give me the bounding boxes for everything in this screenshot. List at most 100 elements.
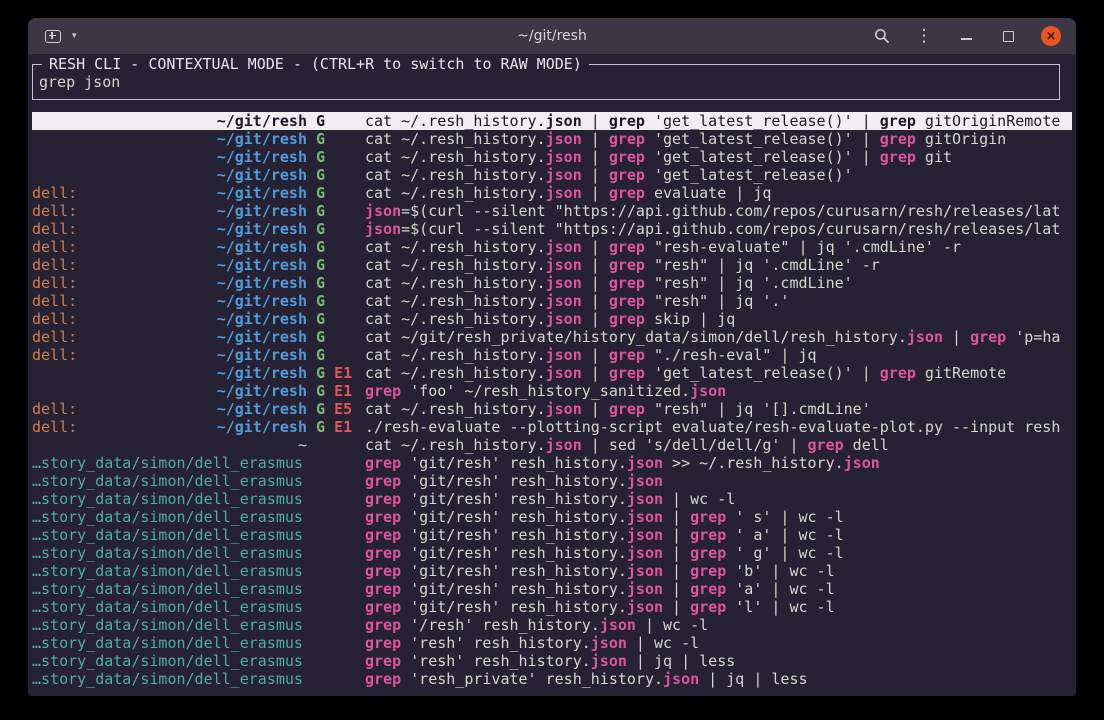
flags-label (307, 580, 365, 598)
row-left-column: …story_data/simon/dell_erasmus (32, 616, 307, 634)
row-left-column: …story_data/simon/dell_erasmus (32, 490, 307, 508)
history-row[interactable]: …story_data/simon/dell_erasmus grep 'git/… (32, 580, 1072, 598)
history-row[interactable]: dell:~/git/reshGcat ~/.resh_history.json… (32, 184, 1072, 202)
resh-search-box[interactable]: RESH CLI - CONTEXTUAL MODE - (CTRL+R to … (32, 64, 1060, 100)
row-left-column: …story_data/simon/dell_erasmus (32, 454, 307, 472)
history-row[interactable]: …story_data/simon/dell_erasmusgrep 'resh… (32, 670, 1072, 688)
directory-label: ~/git/resh (217, 112, 307, 130)
flags-label: G (307, 112, 365, 130)
host-label: dell: (32, 400, 77, 418)
host-label: dell: (32, 292, 77, 310)
history-row[interactable]: dell:~/git/reshGcat ~/.resh_history.json… (32, 310, 1072, 328)
menu-kebab-icon[interactable]: ⋮ (915, 26, 933, 46)
host-label: …story_data/simon/dell_erasmus (32, 652, 303, 670)
history-row[interactable]: ~/git/reshGcat ~/.resh_history.json | gr… (32, 148, 1072, 166)
command-text: grep 'git/resh' resh_history.json | grep… (365, 526, 1072, 544)
directory-label: ~/git/resh (217, 130, 307, 148)
history-row[interactable]: ~/git/reshG E1cat ~/.resh_history.json |… (32, 364, 1072, 382)
row-left-column: …story_data/simon/dell_erasmus (32, 472, 307, 490)
flags-label: G (307, 148, 365, 166)
directory-label: ~/git/resh (217, 328, 307, 346)
search-icon[interactable] (873, 26, 891, 46)
flags-label: G (307, 328, 365, 346)
flags-label (307, 652, 365, 670)
history-row[interactable]: …story_data/simon/dell_erasmusgrep 'git/… (32, 526, 1072, 544)
command-text: grep 'git/resh' resh_history.json >> ~/.… (365, 454, 1072, 472)
history-row[interactable]: …story_data/simon/dell_erasmusgrep 'git/… (32, 544, 1072, 562)
command-text: cat ~/.resh_history.json | grep 'get_lat… (365, 130, 1072, 148)
row-left-column: …story_data/simon/dell_erasmus (32, 562, 307, 580)
directory-label: ~/git/resh (217, 364, 307, 382)
history-row[interactable]: …story_data/simon/dell_erasmus grep 'git/… (32, 454, 1072, 472)
flags-label: G E1 (307, 418, 365, 436)
tab-list-caret-icon[interactable]: ▾ (72, 32, 77, 41)
history-row[interactable]: dell:~/git/reshGjson=$(curl --silent "ht… (32, 220, 1072, 238)
host-label: dell: (32, 238, 77, 256)
history-row-selected[interactable]: ~/git/reshGcat ~/.resh_history.json | gr… (32, 112, 1072, 130)
row-left-column: …story_data/simon/dell_erasmus (32, 580, 307, 598)
host-label: dell: (32, 220, 77, 238)
command-text: grep 'resh_private' resh_history.json | … (365, 670, 1072, 688)
host-label: dell: (32, 418, 77, 436)
row-left-column: dell:~/git/resh (32, 256, 307, 274)
tab-icon[interactable] (45, 30, 61, 43)
history-row[interactable]: dell:~/git/reshGcat ~/.resh_history.json… (32, 256, 1072, 274)
directory-label: ~/git/resh (217, 274, 307, 292)
history-row[interactable]: …story_data/simon/dell_erasmusgrep '/res… (32, 616, 1072, 634)
close-icon[interactable]: × (1041, 26, 1061, 46)
command-text: cat ~/.resh_history.json | grep 'get_lat… (365, 148, 1072, 166)
titlebar[interactable]: ▾ ~/git/resh ⋮ × (28, 18, 1076, 54)
row-left-column: dell:~/git/resh (32, 238, 307, 256)
history-row[interactable]: …story_data/simon/dell_erasmusgrep 'git/… (32, 490, 1072, 508)
host-label: dell: (32, 256, 77, 274)
row-left-column: …story_data/simon/dell_erasmus (32, 508, 307, 526)
directory-label: ~/git/resh (217, 310, 307, 328)
command-text: cat ~/.resh_history.json | grep evaluate… (365, 184, 1072, 202)
history-row[interactable]: dell:~/git/reshGcat ~/.resh_history.json… (32, 346, 1072, 364)
command-text: grep 'resh' resh_history.json | wc -l (365, 634, 1072, 652)
history-row[interactable]: dell:~/git/reshGjson=$(curl --silent "ht… (32, 202, 1072, 220)
command-text: ./resh-evaluate --plotting-script evalua… (365, 418, 1072, 436)
history-row[interactable]: ~/git/reshGcat ~/.resh_history.json | gr… (32, 130, 1072, 148)
row-left-column: ~/git/resh (32, 148, 307, 166)
history-row[interactable]: dell:~/git/reshGcat ~/.resh_history.json… (32, 238, 1072, 256)
directory-label: ~/git/resh (217, 220, 307, 238)
row-left-column: dell:~/git/resh (32, 400, 307, 418)
restore-icon[interactable] (999, 26, 1017, 46)
flags-label (307, 634, 365, 652)
command-text: grep 'git/resh' resh_history.json | grep… (365, 562, 1072, 580)
history-row[interactable]: ~/git/reshGcat ~/.resh_history.json | gr… (32, 166, 1072, 184)
history-row[interactable]: dell:~/git/reshGcat ~/.resh_history.json… (32, 292, 1072, 310)
row-left-column: …story_data/simon/dell_erasmus (32, 634, 307, 652)
command-text: cat ~/.resh_history.json | grep skip | j… (365, 310, 1072, 328)
history-row[interactable]: …story_data/simon/dell_erasmusgrep 'git/… (32, 598, 1072, 616)
flags-label: G (307, 130, 365, 148)
row-left-column: dell:~/git/resh (32, 346, 307, 364)
history-row[interactable]: dell:~/git/reshGcat ~/git/resh_private/h… (32, 328, 1072, 346)
history-row[interactable]: …story_data/simon/dell_erasmus grep 'resh… (32, 652, 1072, 670)
history-row[interactable]: dell:~/git/reshG E1./resh-evaluate --plo… (32, 418, 1072, 436)
flags-label: G E1 (307, 364, 365, 382)
directory-label: ~/git/resh (217, 166, 307, 184)
history-row[interactable]: …story_data/simon/dell_erasmus grep 'git/… (32, 562, 1072, 580)
host-label: dell: (32, 274, 77, 292)
command-text: grep 'resh' resh_history.json | jq | les… (365, 652, 1072, 670)
flags-label: G (307, 220, 365, 238)
history-row[interactable]: …story_data/simon/dell_erasmus grep 'resh… (32, 634, 1072, 652)
command-text: grep 'git/resh' resh_history.json (365, 472, 1072, 490)
command-text: cat ~/.resh_history.json | grep "resh" |… (365, 256, 1072, 274)
history-row[interactable]: …story_data/simon/dell_erasmusgrep 'git/… (32, 508, 1072, 526)
command-text: cat ~/.resh_history.json | grep "resh" |… (365, 292, 1072, 310)
command-text: grep 'git/resh' resh_history.json | grep… (365, 580, 1072, 598)
row-left-column: ~/git/resh (32, 112, 307, 130)
host-label: …story_data/simon/dell_erasmus (32, 490, 303, 508)
flags-label: G (307, 202, 365, 220)
history-row[interactable]: …story_data/simon/dell_erasmus grep 'git/… (32, 472, 1072, 490)
history-row[interactable]: dell:~/git/reshG E5cat ~/.resh_history.j… (32, 400, 1072, 418)
minimize-icon[interactable] (957, 26, 975, 46)
flags-label (307, 562, 365, 580)
history-row[interactable]: ~cat ~/.resh_history.json | sed 's/dell/… (32, 436, 1072, 454)
history-row[interactable]: ~/git/reshG E1grep 'foo' ~/resh_history_… (32, 382, 1072, 400)
flags-label (307, 508, 365, 526)
history-row[interactable]: dell:~/git/reshGcat ~/.resh_history.json… (32, 274, 1072, 292)
